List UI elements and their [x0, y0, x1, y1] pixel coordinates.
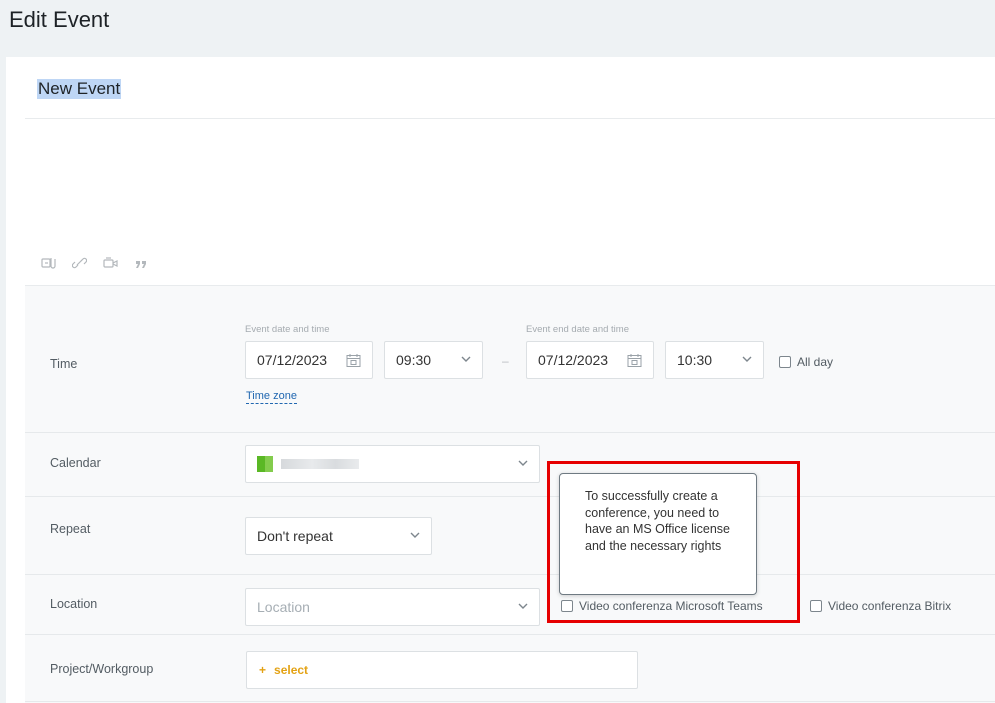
quote-icon[interactable]	[133, 255, 150, 271]
repeat-value: Don't repeat	[257, 528, 333, 544]
repeat-select[interactable]: Don't repeat	[245, 517, 432, 555]
calendar-name-redacted	[281, 459, 359, 469]
location-input[interactable]: Location	[245, 588, 540, 626]
start-date-caption: Event date and time	[245, 324, 330, 335]
divider	[25, 118, 995, 119]
calendar-select[interactable]	[245, 445, 540, 483]
time-label: Time	[50, 357, 78, 371]
link-icon[interactable]	[71, 255, 88, 271]
event-editor-card: New Event Time Event date and time 07/12…	[6, 57, 995, 703]
calendar-icon	[627, 354, 642, 367]
row-separator	[25, 574, 995, 575]
chevron-down-icon	[461, 356, 471, 362]
project-select-button[interactable]: + select	[246, 651, 638, 689]
editor-toolbar	[40, 255, 150, 271]
chevron-down-icon	[518, 460, 528, 466]
end-date-caption: Event end date and time	[526, 324, 629, 335]
start-time-select[interactable]: 09:30	[384, 341, 483, 379]
conference-tooltip: To successfully create a conference, you…	[559, 473, 757, 595]
plus-icon: +	[259, 663, 267, 677]
checkbox-box[interactable]	[779, 356, 791, 368]
row-separator	[25, 701, 995, 702]
event-name-input[interactable]: New Event	[37, 79, 122, 99]
page-title: Edit Event	[9, 7, 110, 32]
chevron-down-icon	[410, 532, 420, 538]
calendar-color-swatch	[257, 456, 265, 472]
project-select-label: select	[274, 663, 309, 677]
location-label: Location	[50, 597, 98, 611]
project-label: Project/Workgroup	[50, 662, 154, 676]
chevron-down-icon	[518, 603, 528, 609]
timezone-link[interactable]: Time zone	[246, 390, 297, 404]
bitrix-conference-checkbox[interactable]: Video conferenza Bitrix	[810, 599, 951, 613]
attach-file-icon[interactable]	[40, 255, 57, 271]
calendar-label: Calendar	[50, 456, 101, 470]
row-separator	[25, 432, 995, 433]
end-date-value: 07/12/2023	[538, 352, 609, 368]
row-separator	[25, 634, 995, 635]
event-details-form: Time Event date and time 07/12/2023 09:3…	[25, 286, 995, 703]
chevron-down-icon	[742, 356, 752, 362]
start-time-value: 09:30	[396, 352, 432, 368]
video-icon[interactable]	[102, 255, 119, 271]
end-date-field[interactable]: 07/12/2023	[526, 341, 654, 379]
start-date-value: 07/12/2023	[257, 352, 328, 368]
all-day-checkbox[interactable]: All day	[779, 355, 833, 369]
end-time-value: 10:30	[677, 352, 713, 368]
start-date-field[interactable]: 07/12/2023	[245, 341, 373, 379]
time-range-separator: –	[502, 354, 509, 368]
all-day-label: All day	[797, 355, 834, 369]
calendar-color-swatch	[265, 456, 273, 472]
end-time-select[interactable]: 10:30	[665, 341, 764, 379]
repeat-label: Repeat	[50, 522, 91, 536]
checkbox-box[interactable]	[810, 600, 822, 612]
row-separator	[25, 496, 995, 497]
location-placeholder: Location	[257, 599, 310, 615]
bitrix-conference-label: Video conferenza Bitrix	[828, 599, 952, 613]
calendar-icon	[346, 354, 361, 367]
